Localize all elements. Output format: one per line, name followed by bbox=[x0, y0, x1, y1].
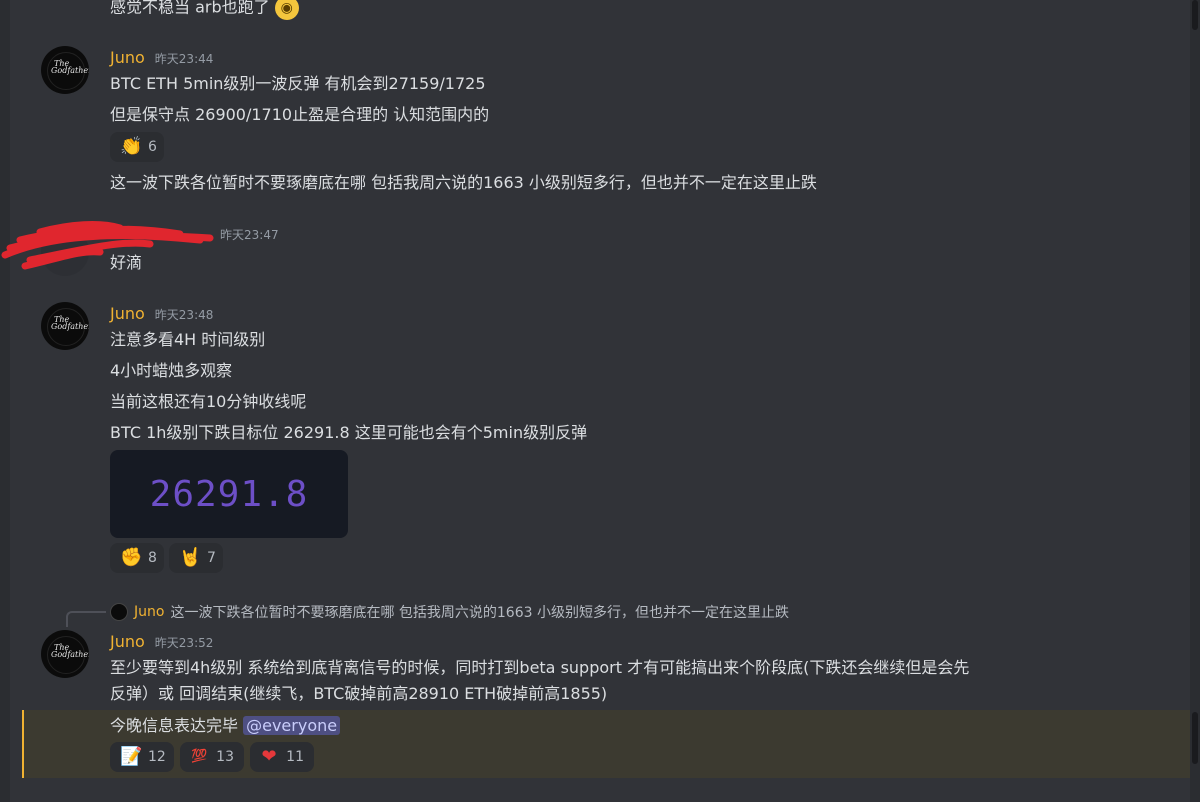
message-text: 感觉不稳当 arb也跑了 ◉ bbox=[110, 0, 299, 20]
reaction-hundred[interactable]: 💯 13 bbox=[180, 742, 244, 772]
raised-fist-icon: ✊ bbox=[120, 547, 143, 568]
scrollbar-thumb[interactable] bbox=[1192, 0, 1198, 30]
message-header: Juno 昨天23:52 bbox=[110, 632, 213, 652]
message-header: 昨天23:47 bbox=[220, 226, 279, 246]
left-edge bbox=[0, 0, 10, 802]
avatar[interactable]: The Godfather bbox=[41, 302, 89, 350]
message-text: 但是保守点 26900/1710止盈是合理的 认知范围内的 bbox=[110, 105, 490, 124]
reply-avatar bbox=[110, 603, 128, 621]
timestamp[interactable]: 昨天23:48 bbox=[155, 306, 214, 323]
message-text: 当前这根还有10分钟收线呢 bbox=[110, 392, 307, 411]
reaction-heart[interactable]: ❤ 11 bbox=[250, 742, 314, 772]
everyone-mention[interactable]: @everyone bbox=[243, 716, 341, 735]
redaction-scribble bbox=[1, 221, 214, 270]
username[interactable]: Juno bbox=[110, 632, 145, 651]
message-text: 反弹）或 回调结束(继续飞，BTC破掉前高28910 ETH破掉前高1855) bbox=[110, 684, 608, 703]
reaction-count: 8 bbox=[148, 550, 157, 566]
reply-preview[interactable]: 这一波下跌各位暂时不要琢磨底在哪 包括我周六说的1663 小级别短多行，但也并不… bbox=[170, 602, 789, 622]
message-text: 至少要等到4h级别 系统给到底背离信号的时候，同时打到beta support … bbox=[110, 658, 970, 677]
reaction-count: 6 bbox=[148, 139, 157, 155]
username[interactable]: Juno bbox=[110, 304, 145, 323]
scrollbar-thumb-lower[interactable] bbox=[1192, 712, 1198, 764]
message-text: 注意多看4H 时间级别 bbox=[110, 330, 266, 349]
reaction-count: 13 bbox=[216, 749, 234, 765]
timestamp[interactable]: 昨天23:47 bbox=[220, 226, 279, 243]
avatar[interactable]: The Godfather bbox=[41, 630, 89, 678]
reaction-rock[interactable]: 🤘 7 bbox=[169, 543, 223, 573]
message-text: BTC ETH 5min级别一波反弹 有机会到27159/1725 bbox=[110, 74, 486, 93]
image-attachment[interactable]: 26291.8 bbox=[110, 450, 348, 538]
avatar[interactable]: The Godfather bbox=[41, 46, 89, 94]
reply-connector bbox=[66, 611, 106, 627]
reaction-clap[interactable]: 👏 6 bbox=[110, 132, 164, 162]
message-text: 今晚信息表达完毕 @everyone bbox=[110, 715, 341, 737]
reaction-fist[interactable]: ✊ 8 bbox=[110, 543, 164, 573]
face-with-monocle-icon: ◉ bbox=[274, 0, 299, 20]
reaction-count: 11 bbox=[286, 749, 304, 765]
message-header: Juno 昨天23:48 bbox=[110, 304, 213, 324]
timestamp[interactable]: 昨天23:52 bbox=[155, 634, 214, 651]
reply-reference[interactable]: Juno 这一波下跌各位暂时不要琢磨底在哪 包括我周六说的1663 小级别短多行… bbox=[110, 602, 789, 622]
message-text: BTC 1h级别下跌目标位 26291.8 这里可能也会有个5min级别反弹 bbox=[110, 423, 588, 442]
scrollbar[interactable] bbox=[1190, 0, 1200, 802]
memo-icon: 📝 bbox=[120, 746, 143, 767]
timestamp[interactable]: 昨天23:44 bbox=[155, 50, 214, 67]
message-header: Juno 昨天23:44 bbox=[110, 48, 213, 68]
clapping-hands-icon: 👏 bbox=[120, 136, 143, 157]
reaction-count: 12 bbox=[148, 749, 166, 765]
reaction-count: 7 bbox=[207, 550, 216, 566]
username[interactable]: Juno bbox=[110, 48, 145, 67]
message-text: 这一波下跌各位暂时不要琢磨底在哪 包括我周六说的1663 小级别短多行，但也并不… bbox=[110, 173, 817, 192]
heart-icon: ❤ bbox=[261, 746, 277, 767]
mention-highlight-bar bbox=[22, 710, 24, 778]
reaction-memo[interactable]: 📝 12 bbox=[110, 742, 174, 772]
rock-hand-icon: 🤘 bbox=[179, 547, 202, 568]
message-text: 4小时蜡烛多观察 bbox=[110, 361, 233, 380]
message-text: 好滴 bbox=[110, 253, 143, 272]
reply-author[interactable]: Juno bbox=[134, 604, 164, 620]
hundred-points-icon: 💯 bbox=[190, 749, 208, 764]
image-attachment-text: 26291.8 bbox=[149, 473, 309, 515]
